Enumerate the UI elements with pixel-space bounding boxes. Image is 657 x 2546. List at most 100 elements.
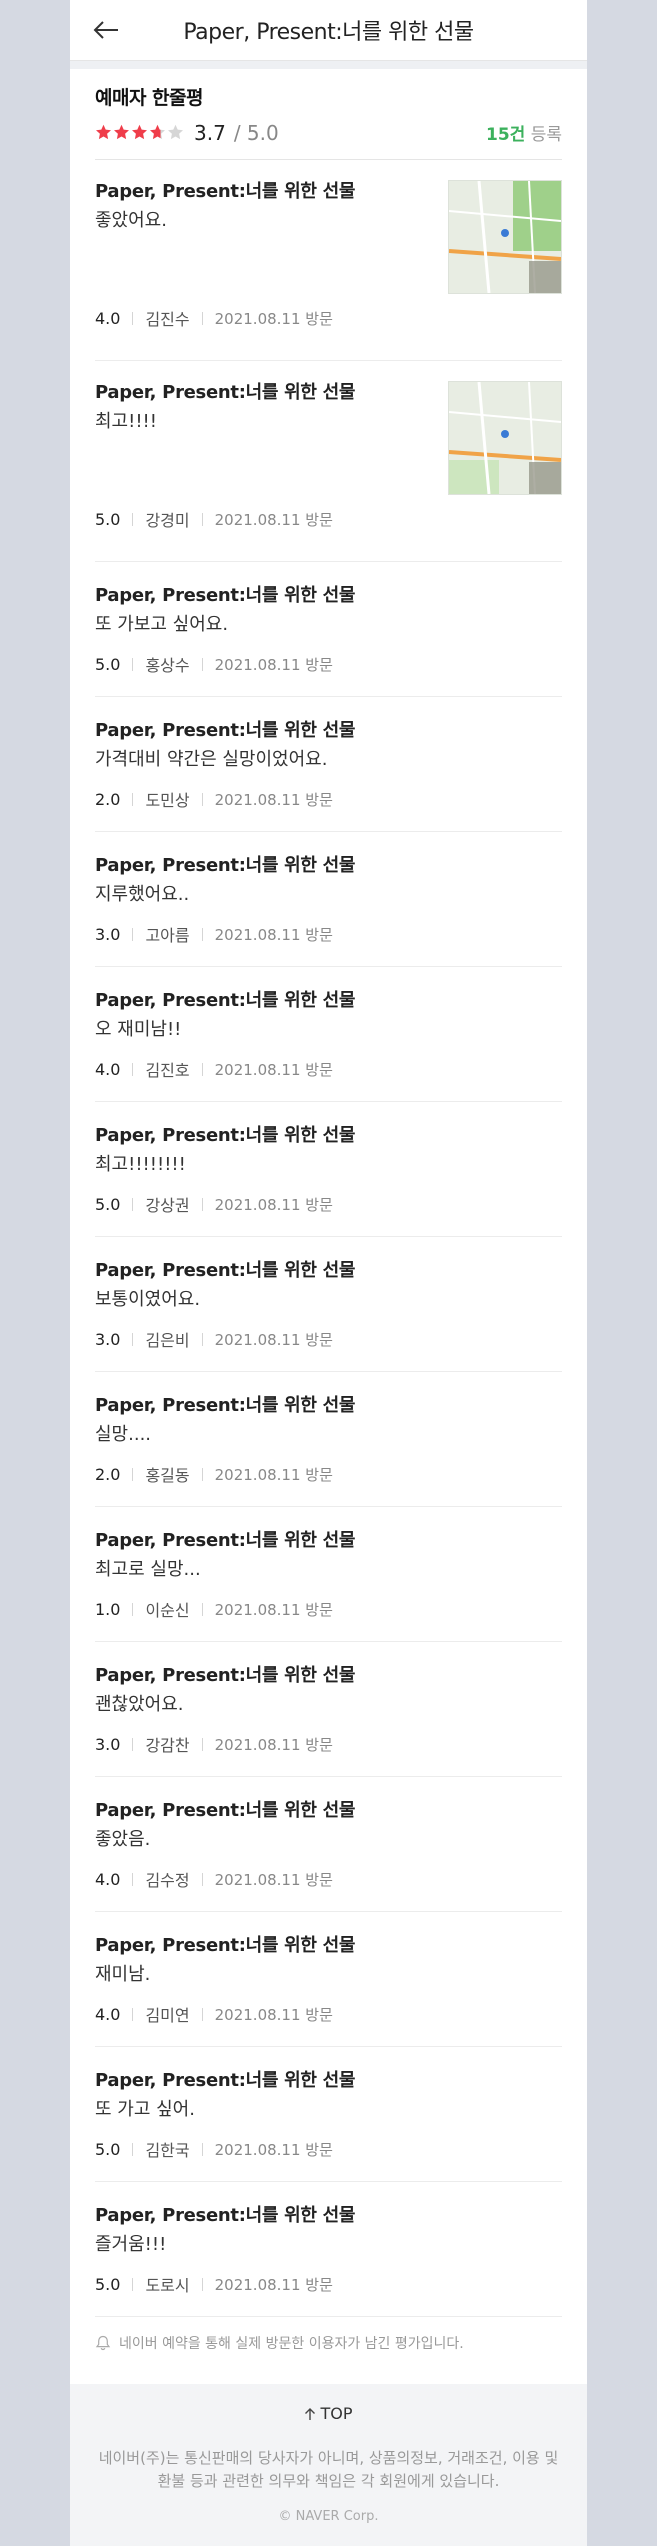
- footer-note: 네이버(주)는 통신판매의 당사자가 아니며, 상품의정보, 거래조건, 이용 …: [98, 2448, 559, 2490]
- visit-date: 2021.08.11 방문: [214, 655, 333, 674]
- review-title: Paper, Present:너를 위한 선물: [95, 585, 356, 606]
- review-item: Paper, Present:너를 위한 선물 또 가보고 싶어요. 5.0 홍상수 2…: [95, 562, 562, 697]
- review-item: Paper, Present:너를 위한 선물 오 재미남!! 4.0 김진호 2021…: [95, 967, 562, 1102]
- meta-divider: [132, 1872, 134, 1886]
- map-image: [448, 180, 562, 294]
- visit-date: 2021.08.11 방문: [214, 1060, 333, 1079]
- review-body: Paper, Present:너를 위한 선물 재미남.: [95, 1934, 562, 1990]
- summary-row: 3.7 / 5.0 15건 등록: [95, 120, 562, 145]
- review-item: Paper, Present:너를 위한 선물 실망.... 2.0 홍길동 2021.…: [95, 1372, 562, 1507]
- review-score: 5.0: [95, 509, 121, 529]
- review-text-column: Paper, Present:너를 위한 선물가격대비 약간은 실망이었어요.: [95, 719, 562, 775]
- review-comment: 또 가고 싶어.: [95, 2099, 195, 2120]
- top-label: TOP: [320, 2404, 353, 2423]
- visit-date: 2021.08.11 방문: [214, 925, 333, 944]
- review-meta: 4.0 김진수 2021.08.11 방문: [95, 306, 562, 330]
- reviewer-name: 홍상수: [145, 656, 190, 675]
- review-title: Paper, Present:너를 위한 선물: [95, 2205, 356, 2226]
- map-thumbnail[interactable]: [448, 180, 562, 294]
- review-meta: 5.0 강상권 2021.08.11 방문: [95, 1192, 562, 1216]
- review-item: Paper, Present:너를 위한 선물 좋았음. 4.0 김수정 2021.08…: [95, 1777, 562, 1912]
- review-text-column: Paper, Present:너를 위한 선물 괜찮았어요.: [95, 1664, 562, 1720]
- review-comment: 좋았어요.: [95, 210, 167, 231]
- review-comment: 가격대비 약간은 실망이었어요.: [95, 749, 328, 770]
- meta-divider: [201, 1467, 203, 1481]
- meta-divider: [201, 512, 203, 526]
- review-comment: 또 가보고 싶어요.: [95, 614, 229, 635]
- meta-divider: [132, 1602, 134, 1616]
- review-text-column: Paper, Present:너를 위한 선물 최고로 실망...: [95, 1529, 562, 1585]
- visit-date: 2021.08.11 방문: [214, 2005, 333, 2024]
- review-text-column: Paper, Present:너를 위한 선물 실망....: [95, 1394, 562, 1450]
- reviewer-name: 강경미: [145, 511, 190, 530]
- visit-date: 2021.08.11 방문: [214, 309, 333, 328]
- meta-divider: [132, 792, 134, 806]
- star-icon: [96, 124, 111, 140]
- divider-band: [70, 61, 587, 69]
- review-text-column: Paper, Present:너를 위한 선물 좋았음.: [95, 1799, 562, 1855]
- content: 예매자 한줄평 3.7 / 5.0 15건 등록 Paper, Present:…: [70, 69, 587, 2371]
- review-item: Paper, Present:너를 위한 선물 최고로 실망... 1.0 이순신 20…: [95, 1507, 562, 1642]
- review-body: Paper, Present:너를 위한 선물 최고!!!!: [95, 381, 562, 495]
- map-thumbnail[interactable]: [448, 381, 562, 495]
- meta-divider: [132, 1467, 134, 1481]
- review-comment: 최고로 실망...: [95, 1559, 201, 1580]
- visit-date: 2021.08.11 방문: [214, 2140, 333, 2159]
- review-score: 5.0: [95, 2274, 121, 2294]
- visit-date: 2021.08.11 방문: [214, 1600, 333, 1619]
- page-title: Paper, Present:너를 위한 선물: [183, 20, 474, 45]
- meta-divider: [132, 512, 134, 526]
- reviewer-name: 강감찬: [145, 1736, 190, 1755]
- meta-divider: [132, 1737, 134, 1751]
- review-title: Paper, Present:너를 위한 선물: [95, 1395, 356, 1416]
- review-meta: 4.0 김미연 2021.08.11 방문: [95, 2002, 562, 2026]
- review-item: Paper, Present:너를 위한 선물 좋았어요. 4.0 김진수 2021.0…: [95, 160, 562, 361]
- meta-divider: [201, 311, 203, 325]
- review-body: Paper, Present:너를 위한 선물 좋았어요.: [95, 180, 562, 294]
- review-comment: 즐거움!!!: [95, 2234, 167, 2255]
- summary-title: 예매자 한줄평: [95, 87, 204, 109]
- star-rating: [95, 124, 184, 141]
- review-text-column: Paper, Present:너를 위한 선물 또 가고 싶어.: [95, 2069, 562, 2125]
- visit-date: 2021.08.11 방문: [214, 1465, 333, 1484]
- review-title: Paper, Present:너를 위한 선물: [95, 720, 356, 741]
- average-score: 3.7: [194, 120, 226, 145]
- review-meta: 1.0 이순신 2021.08.11 방문: [95, 1597, 562, 1621]
- review-body: Paper, Present:너를 위한 선물가격대비 약간은 실망이었어요.: [95, 719, 562, 775]
- visit-date: 2021.08.11 방문: [214, 2275, 333, 2294]
- review-meta: 2.0 홍길동 2021.08.11 방문: [95, 1462, 562, 1486]
- review-score: 4.0: [95, 1869, 121, 1889]
- review-meta: 5.0 김한국 2021.08.11 방문: [95, 2137, 562, 2161]
- visit-date: 2021.08.11 방문: [214, 1870, 333, 1889]
- review-body: Paper, Present:너를 위한 선물 또 가고 싶어.: [95, 2069, 562, 2125]
- review-meta: 5.0 강경미 2021.08.11 방문: [95, 507, 562, 531]
- reviewer-name: 김미연: [145, 2006, 190, 2025]
- notice: 네이버 예약을 통해 실제 방문한 이용자가 남긴 평가입니다.: [95, 2317, 562, 2371]
- review-meta: 2.0 도민상 2021.08.11 방문: [95, 787, 562, 811]
- review-item: Paper, Present:너를 위한 선물가격대비 약간은 실망이었어요. 2…: [95, 697, 562, 832]
- meta-divider: [201, 1737, 203, 1751]
- visit-date: 2021.08.11 방문: [214, 510, 333, 529]
- page: Paper, Present:너를 위한 선물 예매자 한줄평 3.7 / 5.…: [70, 0, 587, 2546]
- back-button[interactable]: [90, 16, 122, 44]
- scroll-top-button[interactable]: TOP: [304, 2404, 353, 2423]
- review-count: 15건 등록: [486, 120, 562, 145]
- meta-divider: [132, 1332, 134, 1346]
- meta-divider: [132, 2007, 134, 2021]
- review-title: Paper, Present:너를 위한 선물: [95, 1935, 356, 1956]
- review-title: Paper, Present:너를 위한 선물: [95, 382, 356, 403]
- visit-date: 2021.08.11 방문: [214, 1195, 333, 1214]
- reviewer-name: 김수정: [145, 1871, 190, 1890]
- review-score: 1.0: [95, 1599, 121, 1619]
- review-count-number: 15건: [486, 125, 526, 145]
- review-meta: 5.0 홍상수 2021.08.11 방문: [95, 652, 562, 676]
- meta-divider: [132, 311, 134, 325]
- review-text-column: Paper, Present:너를 위한 선물 오 재미남!!: [95, 989, 562, 1045]
- review-item: Paper, Present:너를 위한 선물 보통이였어요. 3.0 김은비 2021…: [95, 1237, 562, 1372]
- review-score: 4.0: [95, 308, 121, 328]
- meta-divider: [201, 1062, 203, 1076]
- meta-divider: [132, 2142, 134, 2156]
- review-body: Paper, Present:너를 위한 선물 좋았음.: [95, 1799, 562, 1855]
- review-count-suffix: 등록: [525, 125, 562, 145]
- review-text-column: Paper, Present:너를 위한 선물 최고!!!!!!!!: [95, 1124, 562, 1180]
